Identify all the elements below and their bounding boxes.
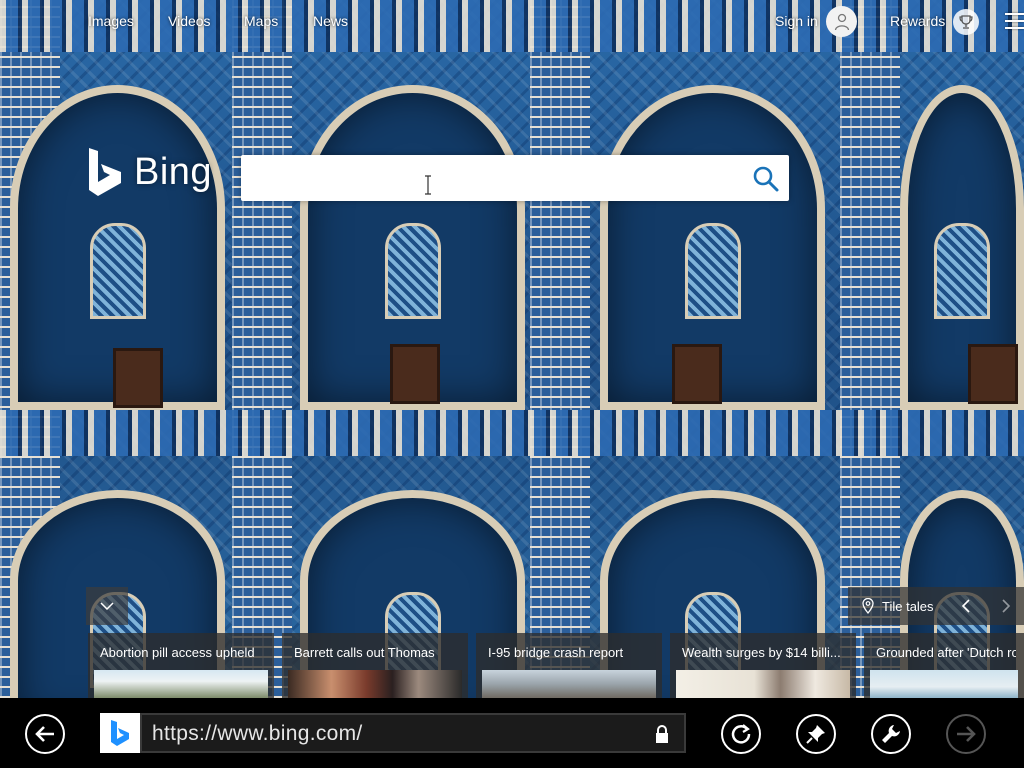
news-card-title: Grounded after 'Dutch rol xyxy=(876,645,1016,660)
mosaic-band xyxy=(0,410,1024,456)
wooden-door xyxy=(672,344,722,404)
location-pin-icon xyxy=(862,598,874,614)
user-avatar-icon[interactable] xyxy=(826,6,857,37)
forward-button[interactable] xyxy=(946,714,986,754)
news-card-thumbnail xyxy=(288,670,462,698)
mosaic-pier xyxy=(530,0,590,698)
news-card-title: I-95 bridge crash report xyxy=(488,645,624,660)
news-card[interactable]: Barrett calls out Thomas xyxy=(282,633,468,698)
news-card[interactable]: Wealth surges by $14 billi... xyxy=(670,633,856,698)
address-bar[interactable]: https://www.bing.com/ xyxy=(140,713,686,753)
news-card-title: Barrett calls out Thomas xyxy=(294,645,435,660)
lock-icon[interactable] xyxy=(654,724,670,744)
chevron-down-icon xyxy=(100,602,114,610)
bing-b-icon xyxy=(89,148,121,196)
rewards-link[interactable]: Rewards xyxy=(890,13,945,29)
news-card-title: Abortion pill access upheld xyxy=(100,645,255,660)
site-favicon xyxy=(100,713,140,753)
news-card-thumbnail xyxy=(870,670,1018,698)
news-card-thumbnail xyxy=(676,670,850,698)
browser-app-bar: https://www.bing.com/ xyxy=(0,698,1024,768)
url-text: https://www.bing.com/ xyxy=(152,722,363,745)
wooden-door xyxy=(390,344,440,404)
top-navigation: Images Videos Maps News Sign in Rewards xyxy=(0,0,1024,44)
search-icon[interactable] xyxy=(752,165,780,193)
nav-link-maps[interactable]: Maps xyxy=(244,13,278,29)
news-card[interactable]: Grounded after 'Dutch rol xyxy=(864,633,1024,698)
news-card-thumbnail xyxy=(482,670,656,698)
news-card[interactable]: I-95 bridge crash report xyxy=(476,633,662,698)
image-info-bar: Tile tales xyxy=(848,587,1024,625)
next-image-icon[interactable] xyxy=(1000,597,1012,615)
search-input[interactable] xyxy=(253,163,733,193)
news-carousel: Abortion pill access upheld Barrett call… xyxy=(88,633,1024,698)
back-button[interactable] xyxy=(25,714,65,754)
trophy-icon[interactable] xyxy=(953,9,979,35)
page-tools-button[interactable] xyxy=(871,714,911,754)
collapse-carousel-button[interactable] xyxy=(86,587,128,625)
pin-site-button[interactable] xyxy=(796,714,836,754)
arrow-right-icon xyxy=(957,726,976,742)
image-title[interactable]: Tile tales xyxy=(882,599,934,614)
previous-image-icon[interactable] xyxy=(960,597,972,615)
wrench-icon xyxy=(882,725,900,743)
news-card-title: Wealth surges by $14 billi... xyxy=(682,645,841,660)
nav-link-images[interactable]: Images xyxy=(88,13,134,29)
arrow-left-icon xyxy=(35,726,54,742)
news-card[interactable]: Abortion pill access upheld xyxy=(88,633,274,698)
search-box[interactable] xyxy=(241,155,789,201)
refresh-icon xyxy=(731,724,751,744)
bing-logo-text: Bing xyxy=(134,150,213,193)
wooden-door xyxy=(113,348,163,408)
pin-icon xyxy=(806,725,825,744)
bing-favicon-icon xyxy=(111,720,129,746)
text-cursor-icon xyxy=(425,175,431,195)
nav-link-videos[interactable]: Videos xyxy=(168,13,211,29)
hamburger-menu-icon[interactable] xyxy=(1005,13,1024,29)
sign-in-link[interactable]: Sign in xyxy=(775,13,818,29)
mosaic-pier xyxy=(232,0,292,698)
news-card-thumbnail xyxy=(94,670,268,698)
bing-logo[interactable]: Bing xyxy=(86,146,212,198)
wooden-door xyxy=(968,344,1018,404)
nav-link-news[interactable]: News xyxy=(313,13,348,29)
refresh-button[interactable] xyxy=(721,714,761,754)
